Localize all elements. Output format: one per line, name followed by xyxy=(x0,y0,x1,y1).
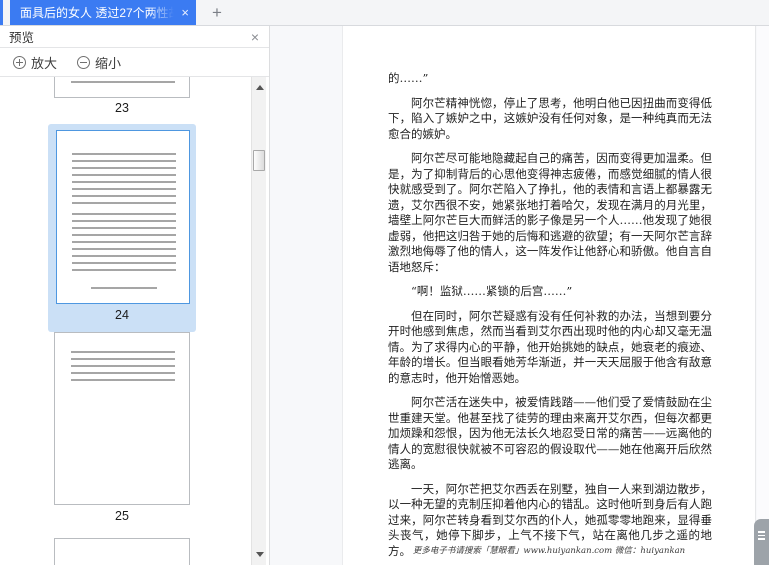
tab-close-icon[interactable]: × xyxy=(181,6,189,19)
sidebar-scrollbar[interactable] xyxy=(251,77,266,565)
scroll-down-arrow-icon[interactable] xyxy=(256,552,264,557)
thumbnail-selection-24[interactable]: 24 xyxy=(48,124,196,332)
preview-panel-header: 预览 × xyxy=(0,26,269,48)
thumbnail-zoom-toolbar: 放大 缩小 xyxy=(0,48,269,77)
thumbnail-list: 23 24 25 xyxy=(0,77,269,565)
dialogue-line: “啊！监狱……紧锁的后宫……” xyxy=(411,284,573,298)
thumbnail-label-24: 24 xyxy=(115,308,129,322)
thumbnail-page-26[interactable] xyxy=(54,538,190,565)
sidebar-scrollbar-thumb[interactable] xyxy=(253,150,265,171)
main-scrollbar-track[interactable] xyxy=(757,26,769,565)
ebook-watermark: 更多电子书请搜索「慧眼看」www.huiyankan.com 微信：huiyan… xyxy=(412,546,686,556)
paragraph: 但在同时，阿尔芒疑惑有没有任何补救的办法，当想到要分开时他感到焦虑，然而当看到艾… xyxy=(388,308,712,385)
document-page: 的……” 阿尔芒精神恍惚，停止了思考，他明白他已因扭曲而变得低下，陷入了嫉妒之中… xyxy=(342,26,756,565)
preview-sidebar: 预览 × 放大 缩小 23 24 25 xyxy=(0,26,270,565)
zoom-out-button[interactable]: 缩小 xyxy=(77,53,121,72)
zoom-out-label: 缩小 xyxy=(95,55,122,71)
scroll-up-arrow-icon[interactable] xyxy=(256,85,264,90)
thumbnail-page-25[interactable] xyxy=(54,332,190,505)
paragraph: 的……” xyxy=(388,71,429,85)
handle-grip-icon xyxy=(758,531,765,542)
thumbnail-label-25: 25 xyxy=(115,509,129,523)
tab-bar: 面具后的女人 透过27个两性故事 × + xyxy=(0,0,769,26)
tab-title: 面具后的女人 透过27个两性故事 xyxy=(20,6,178,20)
thumbnail-text-placeholder xyxy=(72,213,176,275)
thumbnail-text-placeholder xyxy=(71,81,175,87)
thumbnail-page-24[interactable] xyxy=(56,130,190,304)
paragraph: 阿尔芒活在迷失中，被爱情践踏——他们受了爱情鼓励在尘世重建天堂。他甚至找了徒劳的… xyxy=(388,395,712,471)
thumbnail-text-placeholder xyxy=(71,351,175,386)
zoom-in-button[interactable]: 放大 xyxy=(13,53,57,72)
thumbnail-text-placeholder xyxy=(72,153,176,208)
zoom-in-icon xyxy=(13,55,26,69)
window-accent-strip xyxy=(0,0,3,25)
zoom-out-icon xyxy=(77,55,91,69)
paragraph: 阿尔芒尽可能地隐藏起自己的痛苦，因而变得更加温柔。但是，为了抑制背后的心思他变得… xyxy=(388,151,712,274)
app-body: 预览 × 放大 缩小 23 24 25 的……” 阿尔芒精神恍惚，停止了思考，他… xyxy=(0,26,769,565)
thumbnail-label-23: 23 xyxy=(115,101,129,115)
thumbnail-page-23[interactable] xyxy=(54,77,190,98)
paragraph: 阿尔芒精神恍惚，停止了思考，他明白他已因扭曲而变得低下，陷入了嫉妒之中，这嫉妒没… xyxy=(388,95,712,141)
tab-book[interactable]: 面具后的女人 透过27个两性故事 × xyxy=(10,0,196,25)
page-text: 的……” 阿尔芒精神恍惚，停止了思考，他明白他已因扭曲而变得低下，陷入了嫉妒之中… xyxy=(343,26,755,565)
document-view: 的……” 阿尔芒精神恍惚，停止了思考，他明白他已因扭曲而变得低下，陷入了嫉妒之中… xyxy=(270,26,769,565)
new-tab-button[interactable]: + xyxy=(204,0,230,25)
floating-side-handle[interactable] xyxy=(754,519,769,565)
preview-close-icon[interactable]: × xyxy=(251,30,259,44)
thumbnail-text-placeholder xyxy=(91,287,157,290)
zoom-in-label: 放大 xyxy=(31,55,58,71)
preview-panel-title: 预览 xyxy=(9,31,35,45)
